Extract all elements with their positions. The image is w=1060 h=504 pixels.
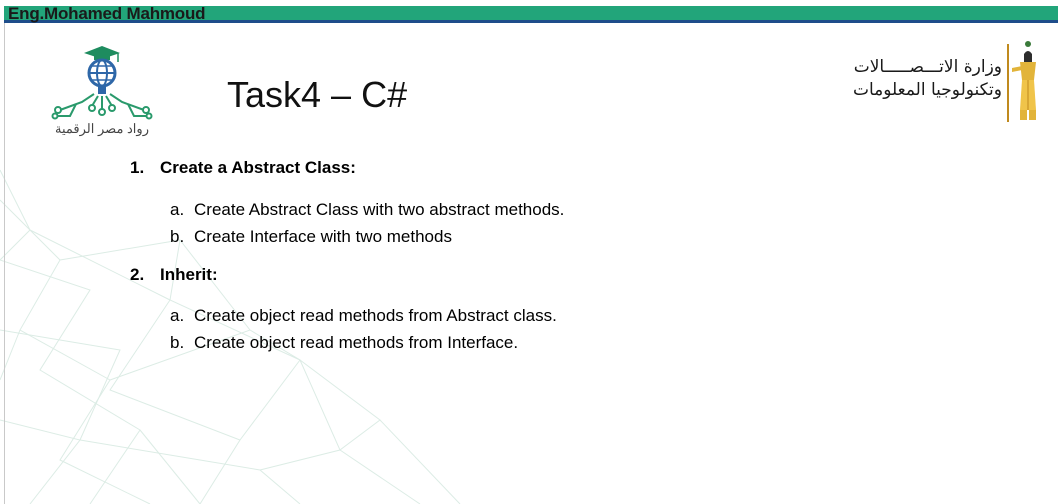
subtask-text: Create Interface with two methods (194, 227, 452, 246)
subtask-item: a. Create object read methods from Abstra… (170, 302, 930, 329)
left-frame-line (4, 23, 5, 504)
task-1-subtasks: a. Create Abstract Class with two abstrac… (170, 196, 930, 250)
task-item-1: 1. Create a Abstract Class: (130, 157, 930, 179)
logo-left-caption: رواد مصر الرقمية (55, 121, 149, 136)
task-list: 1. Create a Abstract Class: a. Create Abst… (130, 157, 930, 356)
subtask-item: b. Create object read methods from Interf… (170, 329, 930, 356)
subtask-text: Create object read methods from Abstract… (194, 306, 557, 325)
task-item-number: 2. (130, 265, 145, 284)
slide-title: Task4 – C# (227, 74, 408, 115)
pharaonic-figure-icon (1007, 41, 1036, 122)
subtask-letter: a. (170, 306, 185, 325)
subtask-text: Create object read methods from Interfac… (194, 333, 519, 352)
author-name: Eng.Mohamed Mahmoud (8, 4, 206, 23)
task-item-number: 1. (130, 158, 145, 177)
subtask-letter: b. (170, 227, 185, 246)
subtask-item: b. Create Interface with two methods (170, 223, 930, 250)
ministry-name-line1: وزارة الاتـــصـــــالات (853, 57, 1002, 77)
subtask-item: a. Create Abstract Class with two abstrac… (170, 196, 930, 223)
task-item-label: Inherit: (160, 265, 218, 284)
subtask-letter: b. (170, 333, 185, 352)
task-item-2: 2. Inherit: (130, 264, 930, 286)
task-2-subtasks: a. Create object read methods from Abstra… (170, 302, 930, 356)
subtask-letter: a. (170, 200, 185, 219)
ministry-name-line2: وتكنولوجيا المعلومات (852, 80, 1002, 100)
slide: Eng.Mohamed Mahmoud رواد مصر الرقمية وزا… (0, 0, 1060, 504)
task-item-label: Create a Abstract Class: (160, 158, 356, 177)
subtask-text: Create Abstract Class with two abstract … (194, 200, 565, 219)
